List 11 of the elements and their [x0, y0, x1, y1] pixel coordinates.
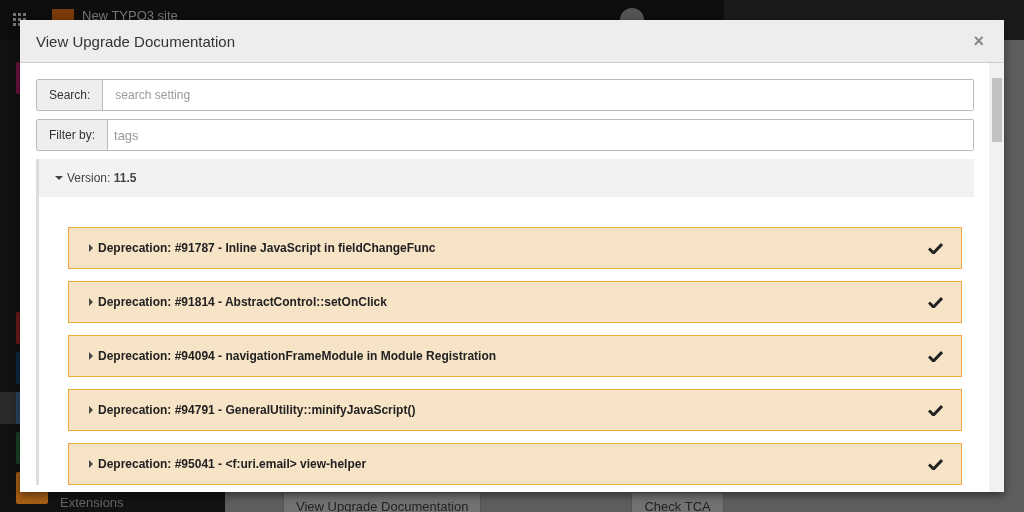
search-label: Search:: [37, 80, 104, 110]
deprecation-title: Deprecation: #94094 - navigationFrameModule in Module Registration: [98, 349, 498, 363]
filter-label: Filter by:: [37, 120, 108, 150]
deprecation-title: Deprecation: #95041 - <f:uri.email> view-helper: [98, 457, 368, 471]
module-label: Extensions: [60, 495, 124, 510]
site-name: New TYPO3 site: [82, 8, 178, 23]
deprecation-title: Deprecation: #91814 - AbstractControl::setOnClick: [98, 295, 388, 309]
deprecation-title: Deprecation: #94791 - GeneralUtility::minifyJavaScript(): [98, 403, 417, 417]
deprecation-title: Deprecation: #91787 - Inline JavaScript in fieldChangeFunc: [98, 241, 437, 255]
version-label: Version: 11.5: [67, 171, 137, 185]
modal-title: View Upgrade Documentation: [36, 32, 235, 50]
